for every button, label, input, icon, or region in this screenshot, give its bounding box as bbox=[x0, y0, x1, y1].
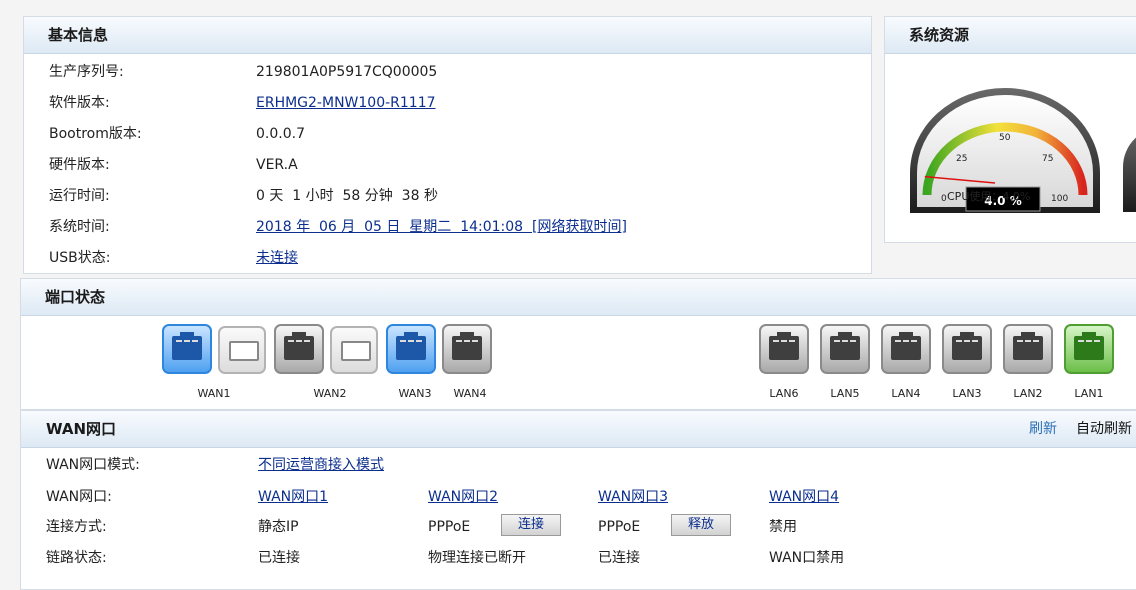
wan-port1-link[interactable]: WAN网口1 bbox=[258, 487, 328, 507]
bootrom-label: Bootrom版本: bbox=[49, 126, 142, 142]
basic-info-panel: 基本信息 生产序列号: 219801A0P5917CQ00005 软件版本: E… bbox=[23, 16, 872, 274]
gauge-tick-100: 100 bbox=[1051, 194, 1068, 204]
bootrom-value: 0.0.0.7 bbox=[256, 126, 305, 142]
wan-link-label: 链路状态: bbox=[46, 550, 107, 566]
port-status-panel: 端口状态 WAN1 WAN2 WAN3 WAN4 LAN6 LAN5 LAN4 … bbox=[20, 278, 1136, 410]
wan4-conn-type: 禁用 bbox=[769, 519, 797, 535]
uptime-value: 0 天 1 小时 58 分钟 38 秒 bbox=[256, 188, 438, 204]
port-lan4-icon[interactable] bbox=[881, 324, 931, 374]
port-label-wan2: WAN2 bbox=[313, 387, 347, 400]
port-status-header: 端口状态 bbox=[21, 279, 1136, 316]
port-label-lan5: LAN5 bbox=[830, 387, 860, 400]
software-label: 软件版本: bbox=[49, 95, 110, 111]
port-label-wan1: WAN1 bbox=[197, 387, 231, 400]
cpu-usage-caption: CPU使用：4.0% bbox=[947, 190, 1031, 203]
port-wan3-icon[interactable] bbox=[386, 324, 436, 374]
port-lan2-icon[interactable] bbox=[1003, 324, 1053, 374]
wan1-link-status: 已连接 bbox=[258, 550, 300, 566]
system-time-link[interactable]: 2018 年 06 月 05 日 星期二 14:01:08 [网络获取时间] bbox=[256, 217, 627, 237]
software-version-link[interactable]: ERHMG2-MNW100-R1117 bbox=[256, 93, 436, 113]
info-row-serial: 生产序列号: 219801A0P5917CQ00005 bbox=[49, 62, 437, 82]
port-lan1-icon[interactable] bbox=[1064, 324, 1114, 374]
system-time-label: 系统时间: bbox=[49, 219, 110, 235]
port-label-lan4: LAN4 bbox=[891, 387, 921, 400]
port-lan6-icon[interactable] bbox=[759, 324, 809, 374]
usb-label: USB状态: bbox=[49, 250, 111, 266]
wan-mode-row: WAN网口模式: 不同运营商接入模式 bbox=[46, 455, 1136, 475]
hardware-value: VER.A bbox=[256, 157, 298, 173]
uptime-label: 运行时间: bbox=[49, 188, 110, 204]
basic-info-header: 基本信息 bbox=[24, 17, 871, 54]
wan-port4-link[interactable]: WAN网口4 bbox=[769, 487, 839, 507]
wan-panel: WAN网口 刷新 自动刷新 WAN网口模式: 不同运营商接入模式 WAN网口: … bbox=[20, 410, 1136, 590]
wan-port-label: WAN网口: bbox=[46, 489, 112, 505]
port-lan5-icon[interactable] bbox=[820, 324, 870, 374]
serial-value: 219801A0P5917CQ00005 bbox=[256, 64, 438, 80]
info-row-software: 软件版本: ERHMG2-MNW100-R1117 bbox=[49, 93, 436, 113]
port-label-lan6: LAN6 bbox=[769, 387, 799, 400]
wan3-link-status: 已连接 bbox=[598, 550, 640, 566]
release-button[interactable]: 释放 bbox=[671, 514, 731, 536]
wan1-conn-type: 静态IP bbox=[258, 519, 299, 535]
gauge-tick-75: 75 bbox=[1042, 154, 1053, 164]
wan-port-row: WAN网口: WAN网口1 WAN网口2 WAN网口3 WAN网口4 bbox=[46, 487, 1136, 507]
port-wan2-icon[interactable] bbox=[274, 324, 324, 374]
port-label-lan3: LAN3 bbox=[952, 387, 982, 400]
port-sfp2-icon[interactable] bbox=[330, 326, 378, 374]
gauge-tick-25: 25 bbox=[956, 154, 967, 164]
info-row-usb: USB状态: 未连接 bbox=[49, 248, 298, 268]
gauge-tick-50: 50 bbox=[999, 133, 1011, 143]
port-wan1-icon[interactable] bbox=[162, 324, 212, 374]
wan-conn-row: 连接方式: 静态IP PPPoE 连接 PPPoE 释放 禁用 bbox=[46, 514, 1136, 537]
port-label-wan3: WAN3 bbox=[398, 387, 432, 400]
wan-conn-label: 连接方式: bbox=[46, 519, 107, 535]
usb-status-link[interactable]: 未连接 bbox=[256, 248, 298, 268]
wan-link-row: 链路状态: 已连接 物理连接已断开 已连接 WAN口禁用 bbox=[46, 548, 1136, 568]
auto-refresh-label[interactable]: 自动刷新 bbox=[1076, 411, 1132, 447]
info-row-system-time: 系统时间: 2018 年 06 月 05 日 星期二 14:01:08 [网络获… bbox=[49, 217, 627, 237]
wan-title: WAN网口 bbox=[46, 420, 117, 438]
hardware-label: 硬件版本: bbox=[49, 157, 110, 173]
wan-port3-link[interactable]: WAN网口3 bbox=[598, 487, 668, 507]
port-label-lan1: LAN1 bbox=[1074, 387, 1104, 400]
memory-gauge-partial bbox=[1123, 127, 1136, 212]
info-row-bootrom: Bootrom版本: 0.0.0.7 bbox=[49, 124, 305, 144]
wan2-link-status: 物理连接已断开 bbox=[428, 550, 526, 566]
port-label-lan2: LAN2 bbox=[1013, 387, 1043, 400]
port-label-wan4: WAN4 bbox=[453, 387, 487, 400]
port-lan3-icon[interactable] bbox=[942, 324, 992, 374]
wan-header: WAN网口 刷新 自动刷新 bbox=[21, 411, 1136, 448]
info-row-hardware: 硬件版本: VER.A bbox=[49, 155, 298, 175]
serial-label: 生产序列号: bbox=[49, 64, 124, 80]
refresh-link[interactable]: 刷新 bbox=[1029, 411, 1057, 447]
port-sfp1-icon[interactable] bbox=[218, 326, 266, 374]
wan4-link-status: WAN口禁用 bbox=[769, 550, 845, 566]
info-row-uptime: 运行时间: 0 天 1 小时 58 分钟 38 秒 bbox=[49, 186, 438, 206]
wan-mode-link[interactable]: 不同运营商接入模式 bbox=[258, 455, 384, 475]
wan2-conn-type: PPPoE bbox=[428, 519, 471, 535]
wan3-conn-type: PPPoE bbox=[598, 519, 641, 535]
system-resources-panel: 系统资源 0 25 50 75 100 4.0 % CPU使用：4.0% bbox=[884, 16, 1136, 243]
wan-port2-link[interactable]: WAN网口2 bbox=[428, 487, 498, 507]
connect-button[interactable]: 连接 bbox=[501, 514, 561, 536]
wan-mode-label: WAN网口模式: bbox=[46, 457, 140, 473]
system-resources-header: 系统资源 bbox=[885, 17, 1136, 54]
port-wan4-icon[interactable] bbox=[442, 324, 492, 374]
